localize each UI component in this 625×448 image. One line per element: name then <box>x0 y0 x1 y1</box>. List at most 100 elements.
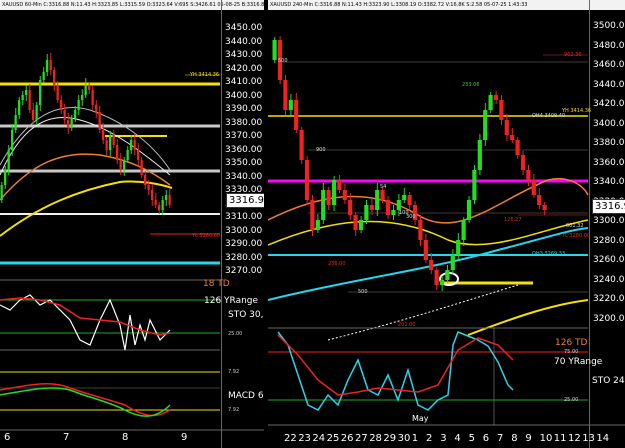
candle-body <box>537 195 542 205</box>
time-tick: 9 <box>525 433 532 444</box>
candle-body <box>331 180 337 205</box>
time-tick: 3 <box>440 433 447 444</box>
right-sto-label: STO 24 <box>592 376 625 386</box>
left-chart-pane[interactable]: XAUUSD 60-Min C:3316.88 N:11.43 H:3323.8… <box>0 0 264 448</box>
time-tick: 1 <box>411 433 419 444</box>
right-bottom: 201.00 <box>398 322 416 328</box>
left-sto-label: STO 30, <box>228 310 264 320</box>
candle-body <box>526 170 531 180</box>
time-tick: 13 <box>582 433 595 444</box>
candle-body <box>520 155 526 170</box>
time-tick: 27 <box>355 433 368 444</box>
candle-body <box>140 160 143 175</box>
candle-body <box>0 185 3 200</box>
candle-body <box>88 85 91 90</box>
right-last-price: 3316.92 <box>592 199 625 214</box>
candle-body <box>358 220 364 230</box>
candle-body <box>310 200 315 230</box>
time-tick: 7 <box>63 432 70 443</box>
right-high-mark: 233.06 <box>462 82 480 88</box>
price-tick: 3310.00 <box>225 212 263 222</box>
time-tick: 30 <box>397 433 411 444</box>
candle-body <box>165 195 168 200</box>
right-mark-236: 236.00 <box>328 261 346 267</box>
time-tick: 23 <box>298 433 311 444</box>
candle-body <box>369 205 374 210</box>
price-tick: 3380.00 <box>225 117 263 128</box>
time-tick: 12 <box>568 433 581 444</box>
right-yrange-label: 70 YRange <box>554 357 603 367</box>
candle-body <box>499 100 504 120</box>
right-osc-25: 25.00 <box>564 397 579 403</box>
candle-body <box>299 130 304 160</box>
candle-body <box>402 195 407 200</box>
candle-body <box>531 180 536 195</box>
candle-body <box>151 190 154 200</box>
price-tick: 3430.00 <box>225 50 263 60</box>
candle-body <box>116 145 119 160</box>
left-osc-level-2: 7.92 <box>228 369 240 375</box>
candle-body <box>28 90 31 110</box>
candle-body <box>466 200 472 220</box>
time-tick: 5 <box>468 433 475 444</box>
candle-body <box>477 140 482 170</box>
candle-body <box>25 90 28 95</box>
price-tick: 3300.00 <box>225 225 263 236</box>
time-tick: 9 <box>181 432 188 443</box>
price-tick: 3280.00 <box>593 235 625 246</box>
candle-body <box>158 205 161 210</box>
candle-body <box>39 80 42 105</box>
price-tick: 3440.00 <box>593 79 625 90</box>
left-price-axis: 3450.00 3440.00 3430.00 3420.00 3410.00 3400.… <box>221 0 264 448</box>
candle-body <box>130 140 133 150</box>
candle-body <box>11 130 14 150</box>
right-month-label: May <box>412 414 429 423</box>
candle-body <box>288 100 293 110</box>
time-tick: 10 <box>539 433 553 444</box>
candle-body <box>112 135 115 145</box>
candle-body <box>294 100 299 130</box>
candle-body <box>84 85 87 95</box>
candle-body <box>504 120 509 135</box>
candle-body <box>133 140 136 150</box>
time-tick: 28 <box>369 433 382 444</box>
right-chart-pane[interactable]: XAUUSD 240-Min C:3316.88 N:11.43 H:3323.… <box>268 0 625 448</box>
left-td-label: 18 TD <box>203 279 230 289</box>
candle-body <box>337 180 342 190</box>
candle-body <box>391 210 396 215</box>
candle-body <box>380 190 385 200</box>
price-tick: 3340.00 <box>593 177 625 187</box>
price-tick: 3440.00 <box>225 36 263 47</box>
price-tick: 3480.00 <box>593 40 625 51</box>
candle-body <box>423 240 428 260</box>
candle-body <box>35 105 38 120</box>
candle-body <box>74 110 77 118</box>
candle-body <box>98 112 101 130</box>
candle-body <box>49 60 52 70</box>
price-tick: 3420.00 <box>593 99 625 109</box>
candle-body <box>91 90 94 105</box>
candle-body <box>396 200 401 210</box>
candle-body <box>407 195 412 205</box>
candle-body <box>456 240 461 255</box>
right-osc-75: 75.00 <box>564 349 579 355</box>
left-last-price: 3316.92 <box>226 193 264 208</box>
candle-body <box>126 150 129 160</box>
price-tick: 3400.00 <box>593 118 625 129</box>
candle-body <box>348 200 353 215</box>
candle-body <box>418 220 423 240</box>
candle-body <box>144 175 147 185</box>
right-oh: OH4 3409.40 <box>532 113 566 119</box>
candle-body <box>488 95 493 110</box>
price-tick: 3350.00 <box>225 158 263 168</box>
right-top-red: 962.36 <box>564 52 582 58</box>
price-tick: 3380.00 <box>593 138 625 148</box>
candle-body <box>14 115 17 130</box>
candle-body <box>472 170 477 200</box>
price-tick: 3280.00 <box>225 252 263 263</box>
candle-body <box>137 150 140 160</box>
time-tick: 8 <box>511 433 518 444</box>
price-tick: 3360.00 <box>225 144 263 155</box>
candle-body <box>510 135 515 140</box>
candle-body <box>154 200 157 205</box>
